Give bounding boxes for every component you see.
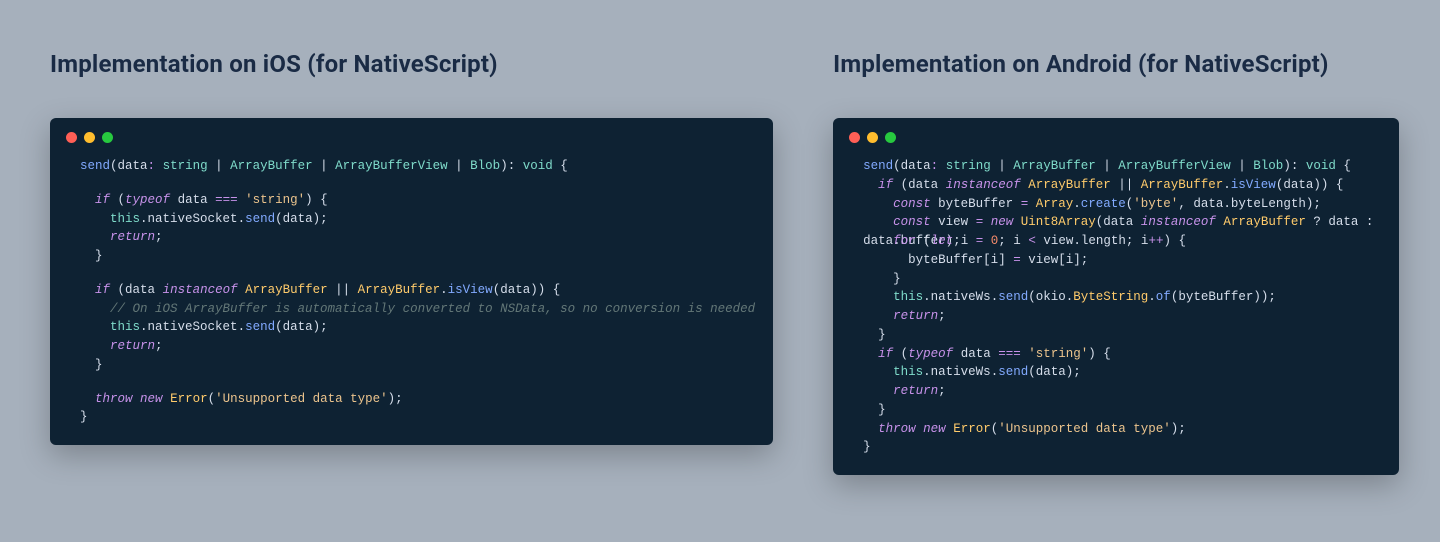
- window-traffic-lights: [833, 118, 1399, 153]
- maximize-icon: [885, 132, 896, 143]
- close-icon: [849, 132, 860, 143]
- ios-heading: Implementation on iOS (for NativeScript): [50, 50, 773, 78]
- main-container: Implementation on iOS (for NativeScript)…: [0, 0, 1440, 475]
- android-code-window: send(data: string | ArrayBuffer | ArrayB…: [833, 118, 1399, 475]
- android-heading: Implementation on Android (for NativeScr…: [833, 50, 1399, 78]
- ios-code-block[interactable]: send(data: string | ArrayBuffer | ArrayB…: [50, 153, 773, 427]
- minimize-icon: [867, 132, 878, 143]
- close-icon: [66, 132, 77, 143]
- ios-code-window: send(data: string | ArrayBuffer | ArrayB…: [50, 118, 773, 445]
- window-traffic-lights: [50, 118, 773, 153]
- left-panel: Implementation on iOS (for NativeScript)…: [50, 50, 773, 475]
- minimize-icon: [84, 132, 95, 143]
- maximize-icon: [102, 132, 113, 143]
- right-panel: Implementation on Android (for NativeScr…: [833, 50, 1399, 475]
- android-code-block[interactable]: send(data: string | ArrayBuffer | ArrayB…: [833, 153, 1399, 457]
